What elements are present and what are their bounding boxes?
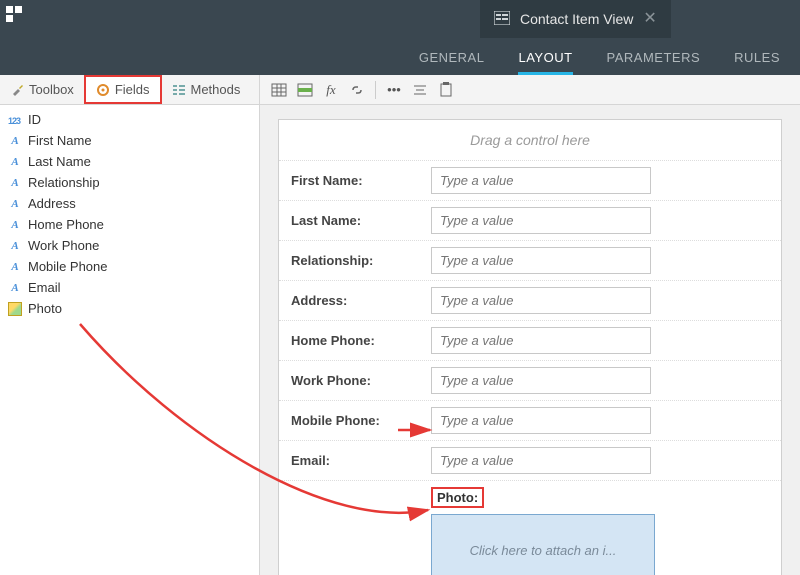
- close-icon[interactable]: ✕: [643, 11, 656, 27]
- form-row-photo[interactable]: Photo: Click here to attach an i...: [279, 480, 781, 575]
- field-label: Work Phone: [28, 238, 99, 253]
- field-list: 123 ID A First Name A Last Name A Relati…: [0, 105, 259, 323]
- field-label: ID: [28, 112, 41, 127]
- form-row[interactable]: First Name:: [279, 160, 781, 200]
- field-label: Email: [28, 280, 61, 295]
- field-item-relationship[interactable]: A Relationship: [0, 172, 259, 193]
- more-icon[interactable]: •••: [383, 79, 405, 101]
- form-row[interactable]: Address:: [279, 280, 781, 320]
- left-tab-fields-label: Fields: [115, 82, 150, 97]
- field-item-id[interactable]: 123 ID: [0, 109, 259, 130]
- fields-icon: [96, 83, 110, 97]
- tab-parameters[interactable]: PARAMETERS: [607, 50, 701, 75]
- field-item-workphone[interactable]: A Work Phone: [0, 235, 259, 256]
- form-label: Home Phone:: [291, 333, 431, 348]
- field-label: Address: [28, 196, 76, 211]
- document-tab[interactable]: Contact Item View ✕: [480, 0, 671, 38]
- text-field-icon: A: [8, 239, 22, 253]
- photo-drop-text: Click here to attach an i...: [470, 543, 617, 558]
- form-row[interactable]: Last Name:: [279, 200, 781, 240]
- tab-general[interactable]: GENERAL: [419, 50, 485, 75]
- form-label: Last Name:: [291, 213, 431, 228]
- left-tab-methods-label: Methods: [191, 82, 241, 97]
- text-field-icon: A: [8, 176, 22, 190]
- paste-icon[interactable]: [435, 79, 457, 101]
- text-field-icon: A: [8, 197, 22, 211]
- form-label: Address:: [291, 293, 431, 308]
- layout-toolbar: fx •••: [260, 75, 800, 105]
- text-field-icon: A: [8, 134, 22, 148]
- form-label: Work Phone:: [291, 373, 431, 388]
- form-row[interactable]: Relationship:: [279, 240, 781, 280]
- photo-label-highlighted: Photo:: [431, 487, 484, 508]
- form-input-workphone[interactable]: [431, 367, 651, 394]
- form-input-mobilephone[interactable]: [431, 407, 651, 434]
- field-label: Photo: [28, 301, 62, 316]
- field-item-homephone[interactable]: A Home Phone: [0, 214, 259, 235]
- field-item-email[interactable]: A Email: [0, 277, 259, 298]
- toolbar-separator: [375, 81, 376, 99]
- form-label: Mobile Phone:: [291, 413, 431, 428]
- left-tab-methods[interactable]: Methods: [162, 75, 251, 104]
- drag-hint: Drag a control here: [279, 120, 781, 160]
- form-row[interactable]: Home Phone:: [279, 320, 781, 360]
- form-container: Drag a control here First Name: Last Nam…: [278, 119, 782, 575]
- field-item-address[interactable]: A Address: [0, 193, 259, 214]
- form-input-lastname[interactable]: [431, 207, 651, 234]
- field-label: First Name: [28, 133, 92, 148]
- field-item-mobilephone[interactable]: A Mobile Phone: [0, 256, 259, 277]
- field-item-photo[interactable]: Photo: [0, 298, 259, 319]
- image-field-icon: [8, 302, 22, 316]
- form-input-homephone[interactable]: [431, 327, 651, 354]
- form-input-address[interactable]: [431, 287, 651, 314]
- left-panel: Toolbox Fields Methods 123 ID A: [0, 75, 260, 575]
- form-label: Relationship:: [291, 253, 431, 268]
- nav-tabs: GENERAL LAYOUT PARAMETERS RULES: [419, 41, 780, 75]
- field-label: Last Name: [28, 154, 91, 169]
- form-row[interactable]: Work Phone:: [279, 360, 781, 400]
- link-icon[interactable]: [346, 79, 368, 101]
- insert-table-icon[interactable]: [268, 79, 290, 101]
- left-tab-fields[interactable]: Fields: [84, 75, 162, 104]
- form-input-relationship[interactable]: [431, 247, 651, 274]
- photo-dropzone[interactable]: Click here to attach an i...: [431, 514, 655, 575]
- field-item-lastname[interactable]: A Last Name: [0, 151, 259, 172]
- field-label: Home Phone: [28, 217, 104, 232]
- text-field-icon: A: [8, 281, 22, 295]
- design-canvas[interactable]: Drag a control here First Name: Last Nam…: [260, 105, 800, 575]
- insert-row-icon[interactable]: [294, 79, 316, 101]
- tab-rules[interactable]: RULES: [734, 50, 780, 75]
- form-input-firstname[interactable]: [431, 167, 651, 194]
- expression-icon[interactable]: fx: [320, 79, 342, 101]
- right-panel: fx ••• Drag a control here First Name: L…: [260, 75, 800, 575]
- document-tab-title: Contact Item View: [520, 11, 633, 27]
- methods-icon: [172, 83, 186, 97]
- form-label: First Name:: [291, 173, 431, 188]
- form-label: Email:: [291, 453, 431, 468]
- field-item-firstname[interactable]: A First Name: [0, 130, 259, 151]
- id-field-icon: 123: [8, 113, 22, 127]
- field-label: Mobile Phone: [28, 259, 108, 274]
- text-field-icon: A: [8, 155, 22, 169]
- wrench-icon: [10, 83, 24, 97]
- form-view-icon: [494, 11, 510, 28]
- tab-layout[interactable]: LAYOUT: [518, 50, 572, 75]
- align-icon[interactable]: [409, 79, 431, 101]
- svg-text:3: 3: [16, 116, 21, 126]
- left-tab-toolbox[interactable]: Toolbox: [0, 75, 84, 104]
- text-field-icon: A: [8, 260, 22, 274]
- text-field-icon: A: [8, 218, 22, 232]
- header-bar: Contact Item View ✕ GENERAL LAYOUT PARAM…: [0, 0, 800, 75]
- left-tab-toolbox-label: Toolbox: [29, 82, 74, 97]
- form-row[interactable]: Email:: [279, 440, 781, 480]
- form-row[interactable]: Mobile Phone:: [279, 400, 781, 440]
- form-input-email[interactable]: [431, 447, 651, 474]
- field-label: Relationship: [28, 175, 100, 190]
- app-logo-icon: [6, 6, 24, 24]
